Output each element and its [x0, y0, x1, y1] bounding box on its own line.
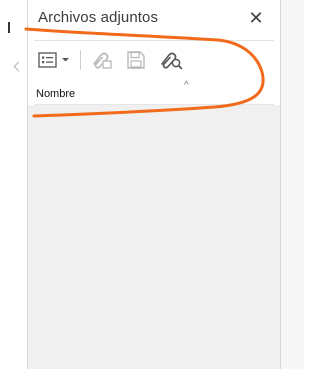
panel-pointer-caret [13, 61, 24, 72]
list-options-icon [38, 52, 69, 68]
chevron-down-icon [62, 58, 69, 62]
floppy-disk-icon [127, 51, 145, 69]
column-header-label: Nombre [36, 88, 76, 100]
search-attachments-button[interactable] [156, 47, 186, 73]
attachments-toolbar [34, 44, 274, 76]
title-separator [34, 40, 274, 41]
column-header-name[interactable]: ^ Nombre [34, 78, 274, 104]
options-menu-button[interactable] [36, 47, 74, 73]
paperclip-add-icon [93, 52, 112, 69]
attachments-list[interactable] [28, 105, 280, 369]
paperclip-search-icon [161, 52, 183, 70]
right-document-edge [281, 0, 304, 369]
panel-title: Archivos adjuntos [38, 9, 159, 26]
save-attachment-button[interactable] [122, 47, 150, 73]
left-edge-glyph [8, 22, 10, 33]
left-navigation-strip [0, 0, 27, 369]
sort-ascending-icon: ^ [184, 80, 189, 91]
attach-file-button[interactable] [86, 47, 116, 73]
toolbar-separator [80, 50, 81, 70]
close-button[interactable]: ✕ [246, 8, 266, 28]
attachments-panel: Archivos adjuntos ✕ ^ Nombre [28, 0, 280, 369]
